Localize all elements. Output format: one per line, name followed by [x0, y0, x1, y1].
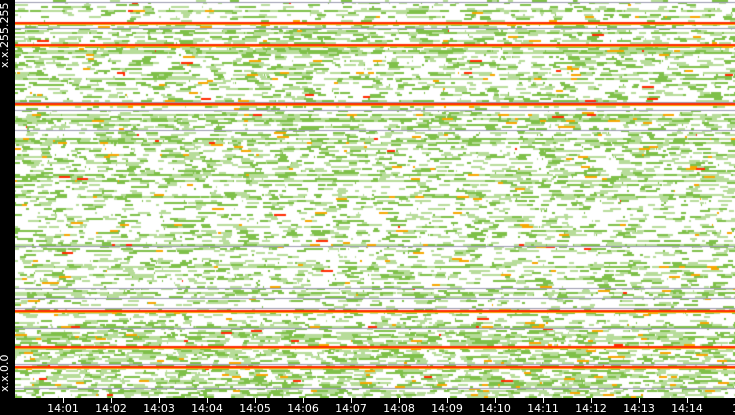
x-tick-label: 14:04 — [191, 402, 223, 415]
x-tick-label: 14:03 — [143, 402, 175, 415]
y-axis: x.x.255.255 x.x.0.0 — [0, 0, 15, 398]
y-label-top: x.x.255.255 — [0, 2, 11, 68]
x-tick-label: 14:09 — [431, 402, 463, 415]
x-tick-label: 14:14 — [671, 402, 703, 415]
heatmap-plot-area — [15, 0, 735, 398]
x-axis: 14:01 14:02 14:03 14:04 14:05 14:06 14:07 14:08… — [0, 398, 735, 415]
heatmap-canvas — [15, 0, 735, 398]
x-tick-label: 14:08 — [383, 402, 415, 415]
y-label-bottom: x.x.0.0 — [0, 354, 11, 392]
x-tick-label: 14:11 — [527, 402, 559, 415]
x-tick-label: 14:10 — [479, 402, 511, 415]
x-tick-label: 14:13 — [623, 402, 655, 415]
x-tick-label: 14:02 — [95, 402, 127, 415]
x-tick-label: 14:01 — [47, 402, 79, 415]
x-tick-label: 14:07 — [335, 402, 367, 415]
x-tick-label: 14:05 — [239, 402, 271, 415]
x-tick-label: 14:12 — [575, 402, 607, 415]
x-tick-label: 14:06 — [287, 402, 319, 415]
